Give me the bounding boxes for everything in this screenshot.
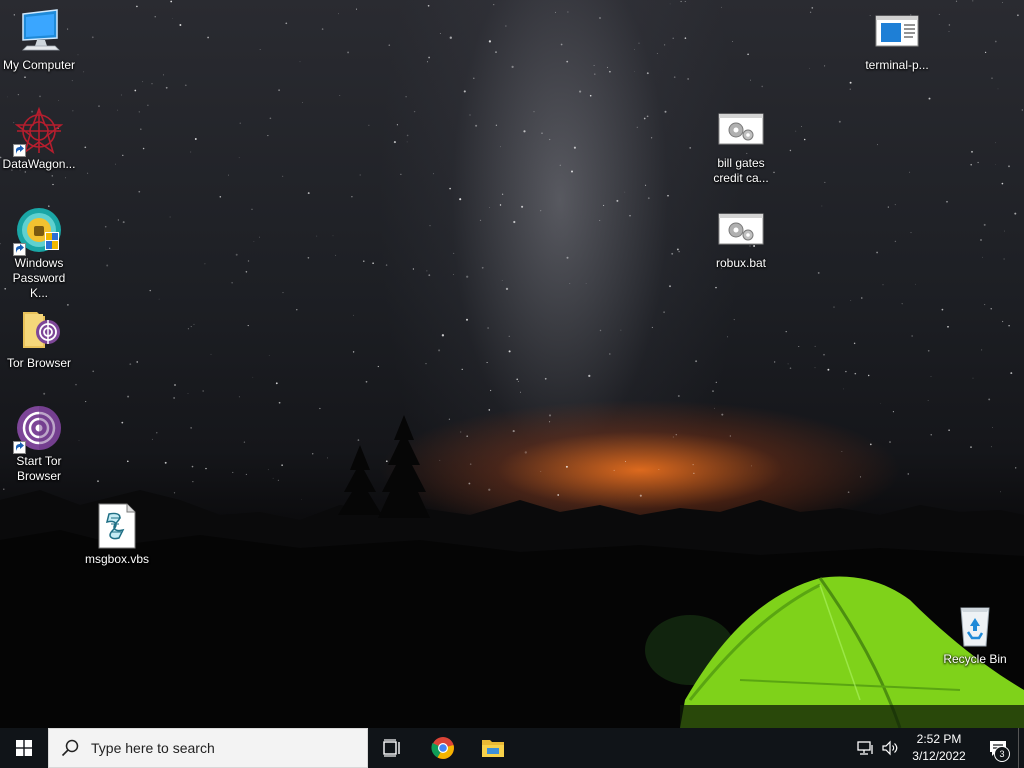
file-explorer-taskbar-button[interactable]	[468, 728, 518, 768]
desktop-icon-my-computer[interactable]: My Computer	[0, 8, 78, 73]
action-center-button[interactable]: 3	[978, 728, 1018, 768]
batch-gears-icon	[717, 106, 765, 154]
taskbar-search-box[interactable]	[48, 728, 368, 768]
taskbar-clock[interactable]: 2:52 PM 3/12/2022	[902, 731, 978, 765]
search-icon	[61, 739, 79, 757]
desktop-icon-label: DataWagon...	[2, 157, 76, 171]
taskbar: 2:52 PM 3/12/2022 3	[0, 728, 1024, 768]
desktop-icon-start-tor-browser[interactable]: Start Tor Browser	[0, 404, 78, 484]
desktop-icon-label: Tor Browser	[6, 356, 71, 370]
task-view-icon	[383, 739, 400, 757]
show-desktop-button[interactable]	[1018, 728, 1024, 768]
desktop-icon-label: Windows Password K...	[12, 256, 66, 300]
shortcut-arrow-icon	[13, 441, 26, 454]
desktop-icon-bill-gates-credit-card[interactable]: bill gates credit ca...	[702, 106, 780, 186]
start-button[interactable]	[0, 728, 48, 768]
computer-icon	[15, 8, 63, 56]
chrome-taskbar-button[interactable]	[418, 728, 468, 768]
datawagon-icon	[13, 106, 64, 157]
desktop-icon-datawagon[interactable]: DataWagon...	[0, 106, 78, 172]
desktop-icon-label: terminal-p...	[865, 58, 929, 72]
speaker-icon	[882, 740, 898, 756]
clock-time: 2:52 PM	[916, 732, 962, 746]
desktop-icon-label: Start Tor Browser	[16, 454, 62, 483]
desktop-icon-label: msgbox.vbs	[84, 552, 150, 566]
desktop-wallpaper	[0, 0, 1024, 728]
recycle-bin-icon	[951, 602, 999, 650]
batch-gears-icon	[717, 206, 765, 254]
password-key-icon	[13, 206, 63, 256]
desktop-icon-recycle-bin[interactable]: Recycle Bin	[936, 602, 1014, 667]
landscape-silhouette	[0, 415, 1024, 728]
desktop-icon-msgbox-vbs[interactable]: msgbox.vbs	[78, 502, 156, 567]
network-tray-button[interactable]	[854, 728, 878, 768]
terminal-window-icon	[873, 8, 921, 56]
shortcut-arrow-icon	[13, 243, 26, 256]
desktop-icon-terminal[interactable]: terminal-p...	[858, 8, 936, 73]
vbs-script-icon	[93, 502, 141, 550]
tor-folder-icon	[15, 306, 63, 354]
search-input[interactable]	[89, 739, 343, 757]
clock-date: 3/12/2022	[912, 749, 966, 763]
tor-onion-icon	[13, 404, 63, 454]
task-view-button[interactable]	[368, 728, 418, 768]
desktop-icon-robux-bat[interactable]: robux.bat	[702, 206, 780, 271]
desktop-icon-label: robux.bat	[715, 256, 767, 270]
system-tray: 2:52 PM 3/12/2022 3	[854, 728, 1024, 768]
file-explorer-icon	[482, 740, 504, 757]
desktop-icon-windows-password-key[interactable]: Windows Password K...	[0, 206, 78, 301]
desktop-icon-label: Recycle Bin	[943, 652, 1007, 666]
volume-tray-button[interactable]	[878, 728, 902, 768]
chrome-icon	[431, 737, 454, 759]
desktop-icon-label: bill gates credit ca...	[713, 156, 769, 185]
desktop-icon-label: My Computer	[2, 58, 76, 72]
network-icon	[857, 741, 873, 755]
desktop-icon-tor-browser[interactable]: Tor Browser	[0, 306, 78, 371]
notification-count-badge: 3	[994, 746, 1010, 762]
windows-logo-icon	[16, 740, 32, 756]
shortcut-arrow-icon	[13, 144, 26, 157]
